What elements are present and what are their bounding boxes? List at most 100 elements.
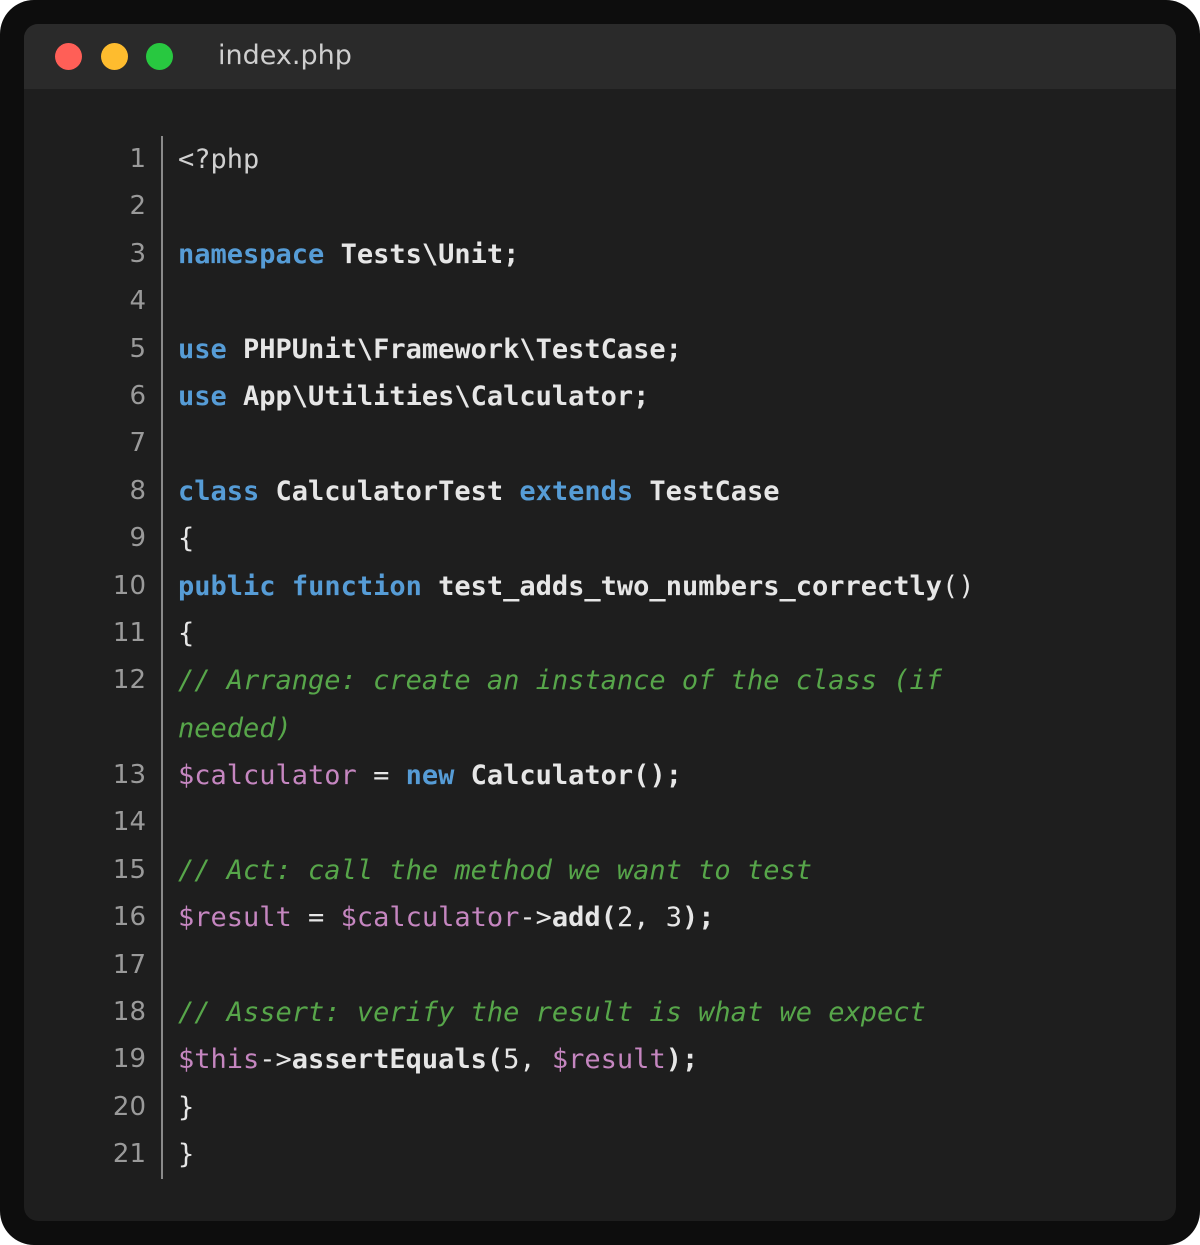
code-token: PHPUnit\Framework\TestCase;	[226, 333, 682, 365]
comment-token: // Act: call the method we want to test	[178, 854, 812, 886]
punctuation-token: }	[178, 1139, 195, 1171]
code-line: 4	[24, 278, 1176, 326]
line-number: 11	[112, 617, 146, 648]
close-button[interactable]	[55, 43, 82, 70]
punctuation-token: ()	[942, 570, 975, 602]
keyword-token: function	[291, 570, 422, 602]
keyword-token: use	[178, 333, 227, 365]
file-name-title: index.php	[218, 40, 352, 71]
code-line: 9{	[24, 515, 1176, 563]
punctuation-token: ->	[519, 902, 552, 934]
code-line-content: // Act: call the method we want to test	[178, 847, 1066, 894]
gutter-divider	[161, 799, 163, 847]
line-number: 21	[112, 1139, 146, 1170]
variable-token: $result	[178, 902, 292, 934]
line-number: 2	[129, 191, 146, 222]
punctuation-token: }	[178, 1091, 195, 1123]
code-line-content: class CalculatorTest extends TestCase	[178, 468, 1066, 515]
code-line: 15 // Act: call the method we want to tes…	[24, 846, 1176, 895]
code-line-content: }	[178, 1084, 1066, 1131]
php-tag-token: <?php	[178, 144, 260, 175]
punctuation-token: ->	[259, 1044, 292, 1076]
code-token: );	[681, 902, 715, 934]
line-number: 17	[112, 949, 146, 980]
code-editor[interactable]: 1 <?php 2 3 namespace Tests\Unit; 4 5 use PHPUn…	[24, 136, 1176, 1179]
code-line-content: // Assert: verify the result is what we …	[178, 989, 1066, 1036]
code-line-content: use App\Utilities\Calculator;	[178, 373, 1066, 420]
punctuation-token: =	[356, 760, 406, 792]
keyword-token: class	[178, 475, 260, 507]
keyword-token: use	[178, 380, 227, 412]
code-line: 13 $calculator = new Calculator();	[24, 752, 1176, 800]
title-bar: index.php	[24, 24, 1176, 89]
code-line: 5 use PHPUnit\Framework\TestCase;	[24, 325, 1176, 373]
variable-token: $calculator	[178, 760, 357, 792]
line-number: 12	[112, 665, 146, 696]
line-number: 15	[112, 854, 146, 885]
comment-token: // Arrange: create an instance of the cl…	[178, 665, 959, 744]
variable-token: $result	[551, 1044, 666, 1076]
line-number: 3	[129, 238, 146, 269]
zoom-button[interactable]	[146, 43, 173, 70]
code-line: 19 $this->assertEquals(5, $result);	[24, 1036, 1176, 1084]
punctuation-token: =	[291, 902, 341, 934]
code-token: test_adds_two_numbers_correctly	[421, 570, 943, 602]
code-line-content: }	[178, 1131, 1066, 1178]
gutter-divider	[161, 467, 163, 516]
variable-token: $calculator	[340, 902, 520, 934]
code-token: App\Utilities\Calculator;	[226, 380, 650, 412]
gutter-divider	[161, 183, 163, 231]
gutter-divider	[161, 325, 163, 373]
number-token: 2, 3	[616, 902, 682, 934]
line-number: 20	[112, 1091, 146, 1122]
gutter-divider	[161, 846, 163, 895]
line-number: 16	[112, 902, 146, 933]
gutter-divider	[161, 278, 163, 326]
code-line: 17	[24, 941, 1176, 990]
gutter-divider	[161, 1083, 163, 1132]
code-token: CalculatorTest	[259, 475, 520, 507]
gutter-divider	[161, 941, 163, 990]
number-token: 5,	[503, 1044, 552, 1076]
gutter-divider	[161, 136, 163, 184]
gutter-divider	[161, 1036, 163, 1084]
line-number: 7	[129, 428, 146, 459]
code-line: 11 {	[24, 609, 1176, 658]
variable-token: $this	[178, 1044, 260, 1076]
code-line-content: $calculator = new Calculator();	[178, 752, 1066, 799]
code-line-content: $this->assertEquals(5, $result);	[178, 1036, 1066, 1083]
keyword-token: extends	[519, 475, 634, 507]
line-number: 5	[129, 333, 146, 364]
code-token: Tests\Unit;	[324, 238, 520, 270]
keyword-token: new	[405, 760, 455, 792]
gutter-divider	[161, 1131, 163, 1179]
code-line: 18 // Assert: verify the result is what w…	[24, 989, 1176, 1037]
code-token: Calculator();	[454, 760, 682, 792]
code-line: 3 namespace Tests\Unit;	[24, 230, 1176, 279]
code-line: 16 $result = $calculator->add(2, 3);	[24, 894, 1176, 942]
line-number: 14	[112, 807, 146, 838]
line-number: 1	[129, 144, 146, 174]
line-number: 4	[129, 286, 146, 317]
line-number: 10	[112, 570, 146, 601]
code-line: 20}	[24, 1083, 1176, 1132]
minimize-button[interactable]	[101, 43, 128, 70]
punctuation-token: {	[178, 523, 195, 555]
comment-token: // Assert: verify the result is what we …	[178, 997, 926, 1029]
gutter-divider	[161, 609, 163, 658]
code-line: 6 use App\Utilities\Calculator;	[24, 372, 1176, 421]
gutter-divider	[161, 420, 163, 468]
code-line: 8 class CalculatorTest extends TestCase	[24, 467, 1176, 516]
outer-frame: index.php 1 <?php 2 3 namespace Tests\Unit; 4…	[0, 0, 1200, 1245]
code-line: 2	[24, 183, 1176, 231]
gutter-divider	[161, 989, 163, 1037]
gutter-divider	[161, 372, 163, 421]
line-number: 8	[129, 475, 146, 506]
gutter-divider	[161, 562, 163, 610]
line-number: 9	[129, 523, 146, 554]
code-line-content: public function test_adds_two_numbers_co…	[178, 563, 1066, 610]
gutter-divider	[161, 230, 163, 279]
code-line-content: $result = $calculator->add(2, 3);	[178, 894, 1066, 941]
code-line: 12 // Arrange: create an instance of the …	[24, 657, 1176, 753]
